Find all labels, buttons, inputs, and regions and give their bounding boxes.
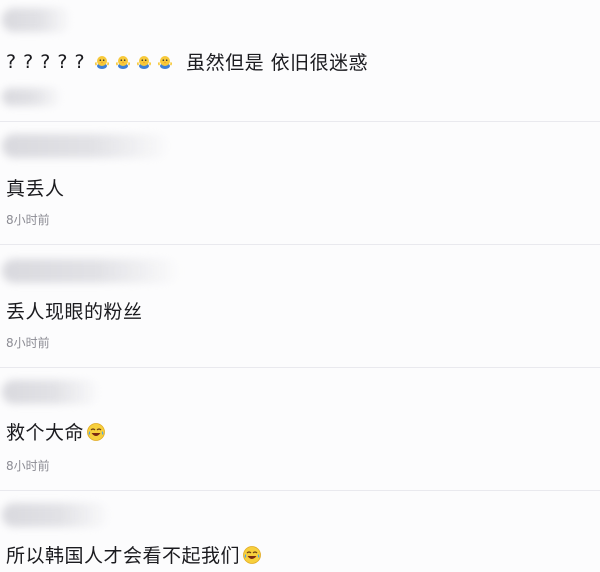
comment-text-content: 真丢人: [6, 178, 65, 200]
comment-timestamp: 8小时前: [6, 213, 50, 227]
laughing-crying-face-icon: [243, 545, 261, 564]
comment-item: ? ? ? ? ? 虽然但是 依旧很迷惑: [0, 0, 600, 122]
comment-timestamp: 8小时前: [6, 336, 50, 350]
comment-text-prefix: ? ? ? ? ?: [6, 50, 86, 73]
chick-icon: [116, 55, 131, 69]
username-redacted: [2, 503, 110, 527]
comment-text-content: 所以韩国人才会看不起我们: [6, 545, 241, 567]
comment-feed: ? ? ? ? ? 虽然但是 依旧很迷惑 真丢人 8小时前 丢人现眼的粉丝 8小…: [0, 0, 600, 572]
chick-icon: [95, 55, 110, 69]
timestamp-redacted: [2, 88, 62, 106]
laughing-crying-face-icon: [87, 422, 105, 441]
username-redacted: [2, 380, 100, 404]
comment-item: 救个大命 8小时前: [0, 368, 600, 491]
comment-item: 丢人现眼的粉丝 8小时前: [0, 245, 600, 368]
comment-text: 所以韩国人才会看不起我们: [6, 541, 262, 568]
comment-text: 真丢人: [6, 174, 65, 201]
comment-timestamp: 8小时前: [6, 459, 50, 473]
comment-item: 真丢人 8小时前: [0, 122, 600, 245]
emoji-group: [93, 53, 174, 71]
comment-text: 丢人现眼的粉丝: [6, 297, 143, 324]
chick-icon: [158, 55, 173, 69]
comment-text: ? ? ? ? ? 虽然但是 依旧很迷惑: [6, 48, 368, 75]
comment-text: 救个大命: [6, 418, 106, 445]
username-redacted: [2, 134, 170, 158]
comment-text-content: 丢人现眼的粉丝: [6, 301, 143, 323]
chick-icon: [137, 55, 152, 69]
comment-text-suffix: 虽然但是 依旧很迷惑: [186, 52, 369, 74]
username-redacted: [2, 259, 180, 283]
comment-item: 所以韩国人才会看不起我们: [0, 491, 600, 572]
username-redacted: [2, 8, 72, 32]
comment-text-content: 救个大命: [6, 422, 85, 444]
